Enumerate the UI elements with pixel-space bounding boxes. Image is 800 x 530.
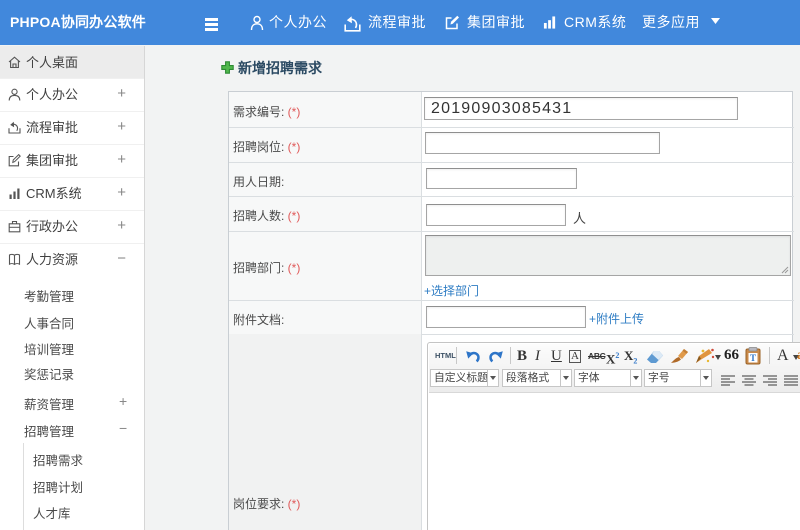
svg-text:T: T	[750, 353, 756, 363]
